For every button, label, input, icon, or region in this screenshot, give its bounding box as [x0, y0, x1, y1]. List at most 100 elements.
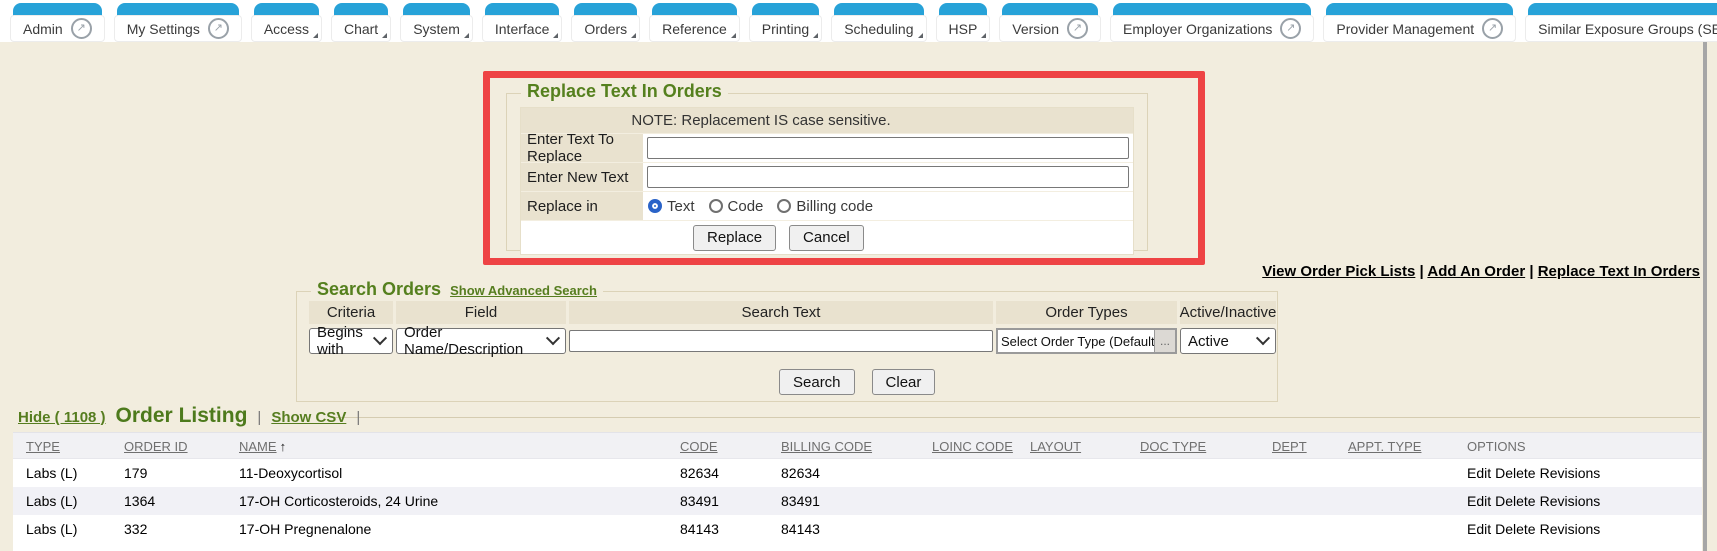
- tab-admin[interactable]: Admin ↗: [10, 3, 105, 42]
- dropdown-triangle-icon: [731, 33, 736, 38]
- cell-order-id: 179: [124, 465, 147, 481]
- add-an-order-link[interactable]: Add An Order: [1427, 263, 1525, 280]
- cell-type: Labs (L): [26, 493, 77, 509]
- cell-code: 82634: [680, 465, 719, 481]
- clear-button[interactable]: Clear: [872, 369, 936, 395]
- dropdown-triangle-icon: [313, 33, 318, 38]
- tab-label: HSP: [949, 21, 978, 37]
- tab-label: Employer Organizations: [1123, 21, 1272, 37]
- search-button[interactable]: Search: [779, 369, 855, 395]
- tab-chart[interactable]: Chart: [331, 3, 391, 42]
- tab-orders[interactable]: Orders: [571, 3, 640, 42]
- show-csv-link[interactable]: Show CSV: [271, 409, 346, 426]
- external-link-icon: ↗: [1482, 18, 1503, 39]
- tab-label: Interface: [495, 21, 549, 37]
- revisions-link[interactable]: Revisions: [1540, 493, 1601, 509]
- cell-name: 17-OH Pregnenalone: [239, 521, 371, 537]
- cell-options: EditDelete Revisions: [1467, 493, 1604, 509]
- show-advanced-search-link[interactable]: Show Advanced Search: [450, 283, 597, 298]
- col-header-type[interactable]: TYPE: [26, 439, 60, 454]
- cell-billing-code: 83491: [781, 493, 820, 509]
- order-listing-title: Order Listing: [116, 404, 248, 428]
- tab-hsp[interactable]: HSP: [936, 3, 991, 42]
- active-inactive-column-header: Active/Inactive: [1180, 301, 1276, 324]
- field-column-header: Field: [396, 301, 566, 324]
- revisions-link[interactable]: Revisions: [1540, 521, 1601, 537]
- col-header-dept[interactable]: DEPT: [1272, 439, 1307, 454]
- view-order-pick-lists-link[interactable]: View Order Pick Lists: [1262, 263, 1415, 280]
- dropdown-triangle-icon: [813, 33, 818, 38]
- order-type-browse-button[interactable]: ...: [1154, 330, 1175, 352]
- tab-label: Access: [264, 21, 309, 37]
- cell-name: 17-OH Corticosteroids, 24 Urine: [239, 493, 438, 509]
- replace-text-in-orders-link[interactable]: Replace Text In Orders: [1538, 263, 1700, 280]
- tab-printing[interactable]: Printing: [749, 3, 822, 42]
- dropdown-triangle-icon: [553, 33, 558, 38]
- delete-link[interactable]: Delete: [1495, 521, 1535, 537]
- chevron-down-icon: [546, 331, 560, 345]
- col-header-loinc-code[interactable]: LOINC CODE: [932, 439, 1013, 454]
- order-listing-table: TYPE ORDER ID NAME↑ CODE BILLING CODE LO…: [13, 432, 1702, 551]
- tab-similar-exposure-groups[interactable]: Similar Exposure Groups (SEGs)↗: [1525, 3, 1717, 42]
- edit-link[interactable]: Edit: [1467, 521, 1491, 537]
- cell-code: 84143: [680, 521, 719, 537]
- cell-code: 83491: [680, 493, 719, 509]
- col-header-billing-code[interactable]: BILLING CODE: [781, 439, 872, 454]
- tab-label: My Settings: [127, 21, 200, 37]
- link-separator: |: [1529, 263, 1537, 280]
- tab-label: Chart: [344, 21, 378, 37]
- tab-label: Orders: [584, 21, 627, 37]
- pipe-separator: |: [356, 409, 360, 426]
- tab-scheduling[interactable]: Scheduling: [831, 3, 926, 42]
- cell-options: EditDelete Revisions: [1467, 465, 1604, 481]
- col-header-code[interactable]: CODE: [680, 439, 718, 454]
- delete-link[interactable]: Delete: [1495, 465, 1535, 481]
- scrollbar[interactable]: [1703, 42, 1707, 551]
- tab-label: Provider Management: [1336, 21, 1474, 37]
- tab-reference[interactable]: Reference: [649, 3, 740, 42]
- cell-billing-code: 84143: [781, 521, 820, 537]
- tab-interface[interactable]: Interface: [482, 3, 562, 42]
- col-header-options: OPTIONS: [1467, 439, 1526, 454]
- tab-label: Admin: [23, 21, 63, 37]
- external-link-icon: ↗: [71, 18, 92, 39]
- tab-employer-organizations[interactable]: Employer Organizations ↗: [1110, 3, 1314, 42]
- cell-type: Labs (L): [26, 521, 77, 537]
- admin-tab-bar: Admin↗ My Settings↗ Access Chart System …: [0, 0, 1717, 42]
- tab-label: Reference: [662, 21, 727, 37]
- listing-divider-line: [334, 417, 1700, 418]
- external-link-icon: ↗: [208, 18, 229, 39]
- active-inactive-select[interactable]: Active: [1180, 328, 1276, 354]
- dropdown-triangle-icon: [382, 33, 387, 38]
- tab-version[interactable]: Version↗: [999, 3, 1101, 42]
- search-form: Criteria Begins with Field Order Name/De…: [309, 301, 1276, 355]
- delete-link[interactable]: Delete: [1495, 493, 1535, 509]
- hide-count-link[interactable]: Hide ( 1108 ): [18, 409, 106, 426]
- search-text-column-header: Search Text: [569, 301, 993, 324]
- revisions-link[interactable]: Revisions: [1540, 465, 1601, 481]
- table-row: Labs (L) 1364 17-OH Corticosteroids, 24 …: [13, 487, 1702, 515]
- table-row: Labs (L) 332 17-OH Pregnenalone 84143 84…: [13, 515, 1702, 543]
- pipe-separator: |: [257, 409, 261, 426]
- col-header-order-id[interactable]: ORDER ID: [124, 439, 188, 454]
- edit-link[interactable]: Edit: [1467, 465, 1491, 481]
- col-header-appt-type[interactable]: APPT. TYPE: [1348, 439, 1421, 454]
- tab-access[interactable]: Access: [251, 3, 322, 42]
- cell-type: Labs (L): [26, 465, 77, 481]
- cell-options: EditDelete Revisions: [1467, 521, 1604, 537]
- criteria-select[interactable]: Begins with: [309, 328, 393, 354]
- field-select[interactable]: Order Name/Description: [396, 328, 566, 354]
- col-header-layout[interactable]: LAYOUT: [1030, 439, 1081, 454]
- external-link-icon: ↗: [1280, 18, 1301, 39]
- tab-label: Version: [1012, 21, 1059, 37]
- table-header-row: TYPE ORDER ID NAME↑ CODE BILLING CODE LO…: [13, 432, 1702, 459]
- tab-my-settings[interactable]: My Settings ↗: [114, 3, 242, 42]
- col-header-doc-type[interactable]: DOC TYPE: [1140, 439, 1206, 454]
- order-type-picker[interactable]: Select Order Type (Default is All) ...: [996, 328, 1177, 354]
- search-orders-panel: Search Orders Show Advanced Search Crite…: [296, 291, 1278, 402]
- tab-system[interactable]: System: [400, 3, 473, 42]
- edit-link[interactable]: Edit: [1467, 493, 1491, 509]
- search-text-input[interactable]: [569, 330, 993, 352]
- col-header-name[interactable]: NAME↑: [239, 439, 286, 454]
- tab-provider-management[interactable]: Provider Management ↗: [1323, 3, 1516, 42]
